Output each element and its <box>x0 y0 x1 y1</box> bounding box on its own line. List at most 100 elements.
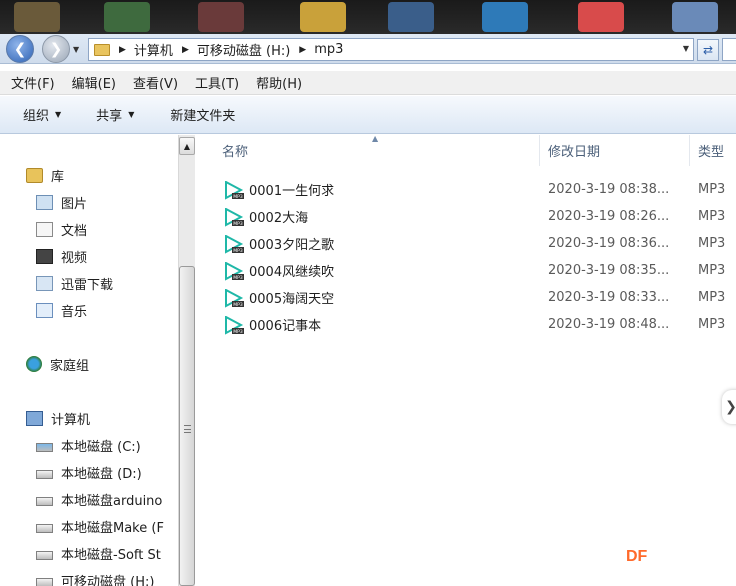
file-name: 0001一生何求 <box>249 184 335 199</box>
file-row[interactable]: MP3 0002大海 2020-3-19 08:26... MP3 <box>196 203 736 230</box>
svg-text:MP3: MP3 <box>233 221 243 227</box>
music-icon <box>36 302 53 318</box>
chevron-right-icon[interactable]: ▶ <box>182 45 189 55</box>
menu-edit[interactable]: 编辑(E) <box>61 73 122 92</box>
taskbar-app-icon[interactable] <box>388 2 434 32</box>
menu-file[interactable]: 文件(F) <box>0 73 61 92</box>
taskbar-app-icon[interactable] <box>482 2 528 32</box>
new-folder-button[interactable]: 新建文件夹 <box>170 105 235 124</box>
taskbar-app-icon[interactable] <box>14 2 60 32</box>
side-panel-toggle[interactable]: ❯ <box>722 390 736 424</box>
taskbar-app-icon[interactable] <box>104 2 150 32</box>
nav-item-drive-arduino[interactable]: 本地磁盘arduino <box>36 489 162 509</box>
nav-label: 迅雷下载 <box>61 277 114 293</box>
nav-item-videos[interactable]: 视频 <box>36 246 87 266</box>
nav-item-drive-c[interactable]: 本地磁盘 (C:) <box>36 435 141 455</box>
file-list-pane: ▲ 名称 修改日期 类型 MP3 0001一生何求 2020-3-19 08:38.… <box>196 134 736 586</box>
arrow-left-icon: ❮ <box>13 40 27 58</box>
downloads-icon <box>36 275 53 291</box>
svg-text:MP3: MP3 <box>233 302 243 308</box>
nav-item-libraries[interactable]: 库 <box>26 165 64 185</box>
column-header-type[interactable]: 类型 <box>690 135 736 166</box>
share-button[interactable]: 共享 ▼ <box>96 105 134 124</box>
mp3-file-icon: MP3 <box>225 262 244 281</box>
nav-label: 文档 <box>61 223 88 239</box>
menu-help[interactable]: 帮助(H) <box>245 73 308 92</box>
organize-button[interactable]: 组织 ▼ <box>23 105 61 124</box>
chevron-down-icon: ▼ <box>128 110 135 119</box>
column-header-name[interactable]: 名称 <box>196 135 540 166</box>
arrow-right-icon: ❯ <box>49 40 63 58</box>
file-modified-date: 2020-3-19 08:38... <box>548 182 670 197</box>
nav-label: 本地磁盘-Soft St <box>61 547 161 563</box>
scrollbar-thumb[interactable] <box>179 266 195 586</box>
breadcrumb-removable-disk[interactable]: 可移动磁盘 (H:) <box>197 40 290 59</box>
breadcrumb-mp3[interactable]: mp3 <box>314 42 343 57</box>
nav-item-drive-make[interactable]: 本地磁盘Make (F <box>36 516 164 536</box>
taskbar-strip <box>0 0 736 34</box>
file-row[interactable]: MP3 0006记事本 2020-3-19 08:48... MP3 <box>196 311 736 338</box>
file-row[interactable]: MP3 0004风继续吹 2020-3-19 08:35... MP3 <box>196 257 736 284</box>
chevron-right-icon[interactable]: ▶ <box>119 45 126 55</box>
nav-label: 视频 <box>61 250 88 266</box>
file-type: MP3 <box>698 263 726 278</box>
grip-icon <box>184 425 191 433</box>
nav-item-documents[interactable]: 文档 <box>36 219 87 239</box>
taskbar-app-icon[interactable] <box>300 2 346 32</box>
navigation-scrollbar[interactable]: ▲ <box>178 135 195 586</box>
nav-item-drive-d[interactable]: 本地磁盘 (D:) <box>36 462 142 482</box>
mp3-file-icon: MP3 <box>225 289 244 308</box>
search-input[interactable] <box>722 38 736 61</box>
file-modified-date: 2020-3-19 08:35... <box>548 263 670 278</box>
nav-item-pictures[interactable]: 图片 <box>36 192 87 212</box>
menu-view[interactable]: 查看(V) <box>122 73 184 92</box>
breadcrumb-computer[interactable]: 计算机 <box>134 40 173 59</box>
taskbar-app-icon[interactable] <box>198 2 244 32</box>
file-name: 0003夕阳之歌 <box>249 238 335 253</box>
address-bar[interactable]: ▶ 计算机 ▶ 可移动磁盘 (H:) ▶ mp3 ▼ <box>88 38 694 61</box>
nav-item-removable-disk[interactable]: 可移动磁盘 (H:) <box>36 570 154 586</box>
recent-pages-dropdown[interactable]: ▼ <box>73 45 79 54</box>
column-header-modified[interactable]: 修改日期 <box>540 135 690 166</box>
videos-icon <box>36 248 53 264</box>
taskbar-app-icon[interactable] <box>672 2 718 32</box>
file-type: MP3 <box>698 209 726 224</box>
file-row[interactable]: MP3 0001一生何求 2020-3-19 08:38... MP3 <box>196 176 736 203</box>
nav-item-computer[interactable]: 计算机 <box>26 408 90 428</box>
address-dropdown-icon[interactable]: ▼ <box>683 44 689 53</box>
nav-label: 可移动磁盘 (H:) <box>61 574 155 586</box>
nav-label: 家庭组 <box>50 358 90 374</box>
address-row: ❮ ❯ ▼ ▶ 计算机 ▶ 可移动磁盘 (H:) ▶ mp3 ▼ ⇄ <box>0 34 736 64</box>
drive-icon <box>36 496 53 506</box>
svg-text:MP3: MP3 <box>233 248 243 254</box>
file-row[interactable]: MP3 0003夕阳之歌 2020-3-19 08:36... MP3 <box>196 230 736 257</box>
chevron-right-icon[interactable]: ▶ <box>299 45 306 55</box>
folder-icon <box>94 43 110 56</box>
back-button[interactable]: ❮ <box>6 35 34 63</box>
column-label: 名称 <box>222 145 249 160</box>
nav-item-music[interactable]: 音乐 <box>36 300 87 320</box>
file-type: MP3 <box>698 182 726 197</box>
nav-item-homegroup[interactable]: 家庭组 <box>26 354 89 374</box>
mp3-file-icon: MP3 <box>225 181 244 200</box>
refresh-button[interactable]: ⇄ <box>697 39 719 61</box>
file-name: 0004风继续吹 <box>249 265 335 280</box>
drive-icon <box>36 469 53 479</box>
nav-item-thunder-downloads[interactable]: 迅雷下载 <box>36 273 113 293</box>
nav-item-drive-soft[interactable]: 本地磁盘-Soft St <box>36 543 161 563</box>
file-row[interactable]: MP3 0005海阔天空 2020-3-19 08:33... MP3 <box>196 284 736 311</box>
file-modified-date: 2020-3-19 08:33... <box>548 290 670 305</box>
forward-button[interactable]: ❯ <box>42 35 70 63</box>
taskbar-app-icon[interactable] <box>578 2 624 32</box>
nav-label: 图片 <box>61 196 88 212</box>
share-label: 共享 <box>96 109 123 124</box>
file-modified-date: 2020-3-19 08:26... <box>548 209 670 224</box>
library-icon <box>26 167 43 183</box>
nav-label: 本地磁盘arduino <box>61 493 163 509</box>
menu-tools[interactable]: 工具(T) <box>184 73 245 92</box>
svg-text:MP3: MP3 <box>233 275 243 281</box>
menu-bar: 文件(F) 编辑(E) 查看(V) 工具(T) 帮助(H) <box>0 71 736 95</box>
navigation-pane: 库 图片 文档 视频 迅雷下载 音乐 家庭组 计算机 本地磁盘 (C:) 本地磁… <box>0 135 178 586</box>
mp3-file-icon: MP3 <box>225 235 244 254</box>
scroll-up-button[interactable]: ▲ <box>179 137 195 155</box>
